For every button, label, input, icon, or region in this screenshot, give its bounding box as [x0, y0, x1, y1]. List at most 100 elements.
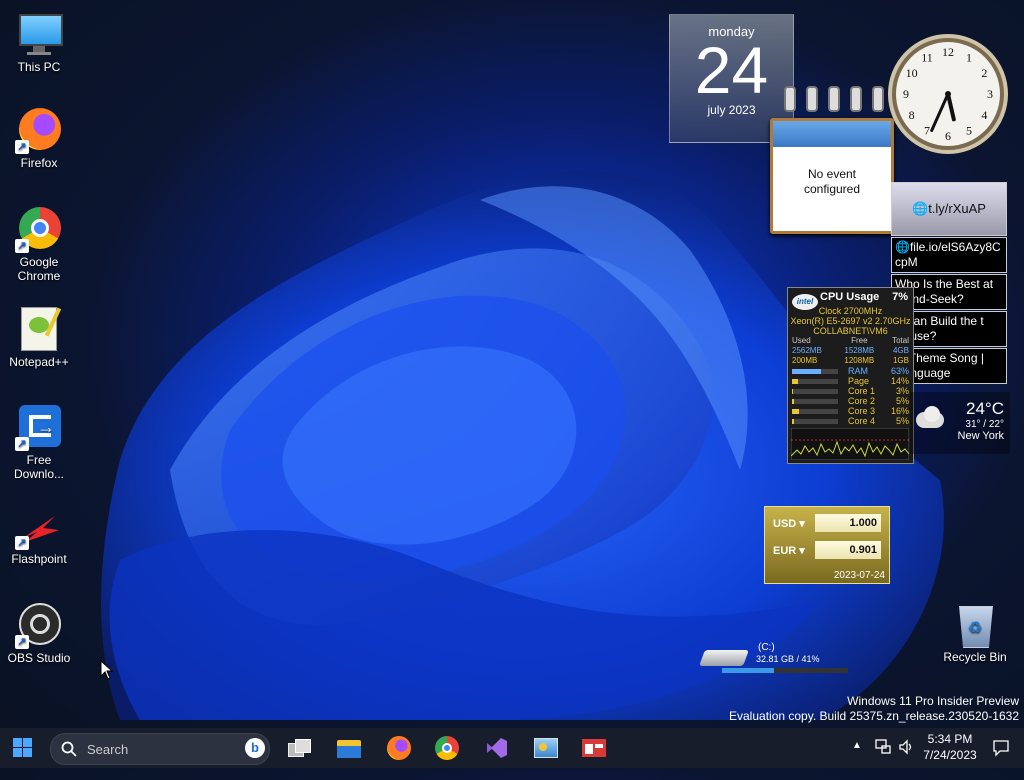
cpu-bar-value: 16% — [890, 406, 909, 416]
shortcut-arrow-icon: ↗ — [15, 239, 29, 253]
cpu-model: Xeon(R) E5-2697 v2 2.70GHz — [790, 316, 911, 326]
taskbar-file-explorer[interactable] — [334, 734, 364, 762]
desktop-icon-label: This PC — [17, 60, 61, 74]
calendar-day: 24 — [694, 33, 769, 107]
clock-numeral: 9 — [903, 87, 909, 101]
clock-numeral: 3 — [987, 87, 993, 101]
visual-studio-icon — [487, 738, 507, 758]
currency-to-value[interactable]: 0.901 — [815, 541, 881, 559]
monitor-icon — [15, 10, 63, 58]
feed-header[interactable]: 🌐t.ly/rXuAP — [891, 182, 1007, 236]
desktop-icon-flashpoint[interactable]: ↗ Flashpoint — [4, 502, 74, 566]
desktop-icon-recycle-bin[interactable]: ♻ Recycle Bin — [938, 600, 1012, 664]
start-button[interactable] — [8, 734, 38, 762]
cpu-bar-row: Core 4 5% — [792, 416, 909, 426]
taskbar-visual-studio[interactable] — [481, 734, 511, 762]
search-label: Search — [87, 742, 129, 757]
clock-numeral: 8 — [909, 108, 915, 122]
clock-numeral: 11 — [921, 51, 933, 65]
drive-usage: 32.81 GB / 41% — [756, 654, 820, 664]
desktop-icon-chrome[interactable]: ↗ Google Chrome — [4, 205, 74, 283]
clock-numeral: 2 — [981, 66, 987, 80]
file-explorer-icon — [334, 734, 364, 762]
desktop-icon-notepad-plus-plus[interactable]: Notepad++ — [4, 305, 74, 369]
shortcut-arrow-icon: ↗ — [15, 437, 29, 451]
globe-icon: 🌐 — [912, 201, 929, 216]
cpu-bar — [792, 369, 838, 375]
control-panel-icon — [530, 734, 560, 762]
cpu-bar-label: Core 2 — [848, 396, 876, 406]
currency-to-select[interactable]: EUR ▾ — [773, 544, 805, 557]
windows-logo-icon — [13, 738, 32, 757]
evaluation-watermark: Windows 11 Pro Insider Preview Evaluatio… — [729, 694, 1019, 723]
taskbar-control-panel[interactable] — [530, 734, 560, 762]
cpu-percent: 7% — [892, 291, 908, 303]
network-icon[interactable] — [874, 738, 892, 778]
desktop-icon-label: OBS Studio — [7, 651, 71, 665]
cpu-bar-value: 3% — [895, 386, 909, 396]
cpu-bar-label: Core 3 — [848, 406, 876, 416]
desktop-icon-label: Google Chrome — [17, 255, 61, 283]
cpu-bar — [792, 399, 838, 405]
task-view-button[interactable] — [284, 734, 314, 762]
taskbar-clock[interactable]: 5:34 PM 7/24/2023 — [920, 728, 980, 768]
currency-gadget[interactable]: USD ▾ 1.000 EUR ▾ 0.901 2023-07-24 — [764, 506, 890, 584]
desktop-icon-obs-studio[interactable]: ↗ OBS Studio — [4, 601, 74, 665]
flashpoint-icon: ↗ — [15, 502, 63, 550]
cpu-host: COLLABNET\VM6 — [813, 326, 888, 336]
spiral-ring-icon — [784, 86, 796, 112]
notes-text: No event configured — [803, 167, 861, 196]
mem-row: 2562MB 1528MB 4GB — [792, 346, 909, 355]
taskbar-firefox[interactable] — [384, 734, 414, 762]
mem-header-row: Used Free Total — [792, 336, 909, 345]
chevron-up-icon[interactable]: ▲ — [852, 740, 862, 780]
spiral-ring-icon — [872, 86, 884, 112]
free-download-manager-icon: → ↗ — [15, 403, 63, 451]
taskbar: Search b ▲ 5:34 PM 7/24/2023 — [0, 728, 1024, 768]
notepad-plus-plus-icon — [15, 305, 63, 353]
spiral-ring-icon — [828, 86, 840, 112]
weather-gadget[interactable]: 24°C 31° / 22° New York — [910, 392, 1010, 454]
cpu-bar — [792, 409, 838, 415]
desktop-icon-this-pc[interactable]: This PC — [4, 10, 74, 74]
clock-numeral: 6 — [945, 129, 951, 143]
desktop-icon-label: Firefox — [20, 156, 58, 170]
feed-item[interactable]: 🌐file.io/elS6Azy8C cpM — [891, 237, 1007, 273]
cpu-bar-value: 5% — [895, 396, 909, 406]
currency-from-select[interactable]: USD ▾ — [773, 517, 805, 530]
cpu-clock: Clock 2700MHz — [818, 306, 883, 316]
volume-icon[interactable] — [898, 738, 916, 778]
firefox-icon: ↗ — [15, 106, 63, 154]
cpu-bar-value: 14% — [890, 376, 909, 386]
cpu-bar-value: 5% — [895, 416, 909, 426]
chevron-down-icon: ▾ — [799, 545, 805, 557]
notes-gadget[interactable]: No event configured — [766, 86, 894, 234]
clock-numeral: 7 — [924, 123, 930, 137]
taskbar-gadgets[interactable] — [579, 734, 609, 762]
firefox-icon — [387, 736, 411, 760]
clock-numeral: 5 — [966, 123, 972, 137]
task-view-icon — [284, 734, 314, 762]
taskbar-date: 7/24/2023 — [923, 748, 977, 762]
desktop-icon-free-download-manager[interactable]: → ↗ Free Downlo... — [4, 403, 74, 481]
obs-studio-icon: ↗ — [15, 601, 63, 649]
cpu-bar-row: Core 3 16% — [792, 406, 909, 416]
cpu-bar-label: Core 1 — [848, 386, 876, 396]
cpu-bar-value: 63% — [890, 366, 909, 376]
analog-clock-gadget[interactable]: 12 1234567891011 — [886, 32, 1010, 156]
cpu-bar — [792, 379, 838, 385]
taskbar-chrome[interactable] — [432, 734, 462, 762]
currency-from-value[interactable]: 1.000 — [815, 514, 881, 532]
cpu-bar-row: Page 14% — [792, 376, 909, 386]
clock-numeral: 1 — [966, 51, 972, 65]
notification-icon[interactable] — [992, 739, 1010, 779]
cpu-meter-gadget[interactable]: intel CPU Usage 7% Clock 2700MHz Xeon(R)… — [787, 287, 914, 464]
chrome-icon: ↗ — [15, 205, 63, 253]
clock-numeral: 10 — [906, 66, 918, 80]
desktop-icon-firefox[interactable]: ↗ Firefox — [4, 106, 74, 170]
taskbar-search-box[interactable]: Search b — [50, 733, 270, 765]
mouse-cursor-icon — [100, 660, 114, 680]
drive-meter-gadget[interactable]: (C:) 32.81 GB / 41% — [699, 640, 860, 680]
cpu-bar — [792, 419, 838, 425]
bing-icon[interactable]: b — [245, 738, 265, 758]
